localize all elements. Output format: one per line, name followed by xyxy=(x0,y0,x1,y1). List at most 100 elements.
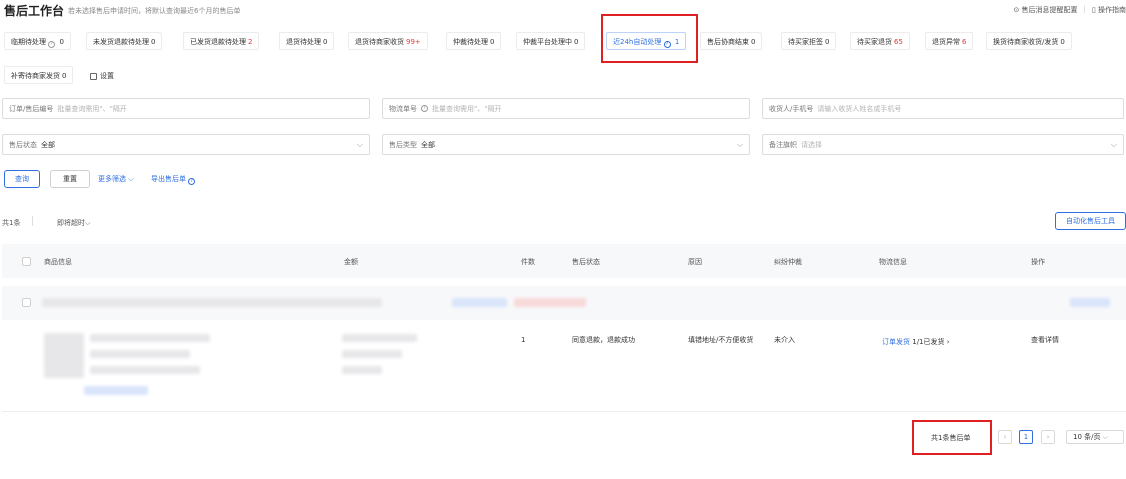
field-placeholder: 批量查询需用"、"隔开 xyxy=(57,104,127,113)
tab-label: 待买家拒签 xyxy=(788,38,823,46)
page-subtitle: 若未选择售后申请时间，将默认查询最近6个月的售后单 xyxy=(68,7,241,15)
guide-link[interactable]: ▯ 操作指南 xyxy=(1092,5,1126,15)
receiver-input[interactable]: 收货人/手机号 请输入收货人姓名或手机号 xyxy=(762,98,1124,119)
settings-label: 设置 xyxy=(100,72,114,80)
order-ship-link[interactable]: 订单发货 xyxy=(882,338,910,346)
chevron-left-icon: ‹ xyxy=(1003,433,1007,441)
tab-arbitration-pending[interactable]: 仲裁待处理 0 xyxy=(446,32,502,50)
tab-resend-pending[interactable]: 补寄待商家发货 0 xyxy=(4,66,74,84)
edit-icon xyxy=(90,72,97,80)
result-count: 共1条 xyxy=(2,219,21,227)
tab-auto-processed-24h[interactable]: 近24h自动处理 ? 1 xyxy=(606,32,687,50)
tab-near-expiry[interactable]: 临期待处理 ? 0 xyxy=(4,32,71,50)
tab-count: 1 xyxy=(674,38,680,46)
th-amount: 金额 xyxy=(344,258,358,266)
tab-count: 0 xyxy=(574,38,579,46)
table-header xyxy=(2,244,1126,278)
settings-button[interactable]: 设置 xyxy=(90,71,114,81)
tab-return-exception[interactable]: 退货异常 6 xyxy=(925,32,974,50)
tab-count: 0 xyxy=(490,38,495,46)
th-logistics: 物流信息 xyxy=(879,258,907,266)
redacted-product-name xyxy=(90,334,210,342)
aftersale-status-select[interactable]: 售后状态 全部 ⌵ xyxy=(2,134,370,155)
tab-exchange-pending[interactable]: 换货待商家收货/发货 0 xyxy=(986,32,1072,50)
tab-return-awaiting-receipt[interactable]: 退货待商家收货 99+ xyxy=(348,32,428,50)
tab-label: 未发货退款待处理 xyxy=(93,38,149,46)
tab-count: 0 xyxy=(825,38,830,46)
info-icon: ? xyxy=(48,41,56,48)
field-label: 售后状态 xyxy=(9,140,37,149)
order-number-input[interactable]: 订单/售后编号 批量查询需用"、"隔开 xyxy=(2,98,370,119)
reset-button[interactable]: 重置 xyxy=(50,170,90,188)
redacted-product-spec xyxy=(90,350,190,358)
shipped-status[interactable]: 1/1已发货 › xyxy=(912,338,949,346)
redacted-amount-detail xyxy=(342,350,402,358)
select-all-checkbox[interactable] xyxy=(22,257,31,266)
row-checkbox[interactable] xyxy=(22,298,31,307)
auto-aftersale-tool-button[interactable]: 自动化售后工具 xyxy=(1055,212,1126,230)
export-link[interactable]: 导出售后单 ? xyxy=(151,174,196,185)
redacted-product-link xyxy=(84,386,148,395)
tab-unshipped-refund[interactable]: 未发货退款待处理 0 xyxy=(86,32,163,50)
tab-return-pending[interactable]: 退货待处理 0 xyxy=(279,32,335,50)
chevron-right-icon: › xyxy=(1046,433,1050,441)
th-status: 售后状态 xyxy=(572,258,600,266)
dispute-cell: 未介入 xyxy=(774,336,795,344)
remark-flag-select[interactable]: 备注旗帜 请选择 ⌵ xyxy=(762,134,1124,155)
page-size-select[interactable]: 10 条/页 ⌵ xyxy=(1066,430,1124,444)
tab-count: 0 xyxy=(323,38,328,46)
notification-config-label: 售后消息提醒配置 xyxy=(1021,6,1078,14)
redacted-amount-extra xyxy=(342,366,382,374)
redacted-amount xyxy=(342,334,417,342)
tab-count: 6 xyxy=(962,38,967,46)
tab-label: 退货待商家收货 xyxy=(355,38,404,46)
page-size-label: 10 条/页 xyxy=(1073,433,1101,441)
th-reason: 原因 xyxy=(688,258,702,266)
tab-count: 0 xyxy=(59,38,64,46)
aftersale-type-select[interactable]: 售后类型 全部 ⌵ xyxy=(382,134,750,155)
reason-cell: 填错地址/不方便收货 xyxy=(688,336,754,344)
field-placeholder: 请选择 xyxy=(801,140,822,149)
tab-label: 待买家退货 xyxy=(857,38,892,46)
prev-page-button[interactable]: ‹ xyxy=(998,430,1012,444)
tab-awaiting-buyer-reject[interactable]: 待买家拒签 0 xyxy=(781,32,837,50)
chevron-down-icon: ⌵ xyxy=(1102,433,1109,441)
sort-dropdown[interactable]: 即将超时⌵ xyxy=(57,218,90,228)
tab-awaiting-buyer-return[interactable]: 待买家退货 65 xyxy=(850,32,910,50)
field-label: 订单/售后编号 xyxy=(9,104,54,113)
field-label: 备注旗帜 xyxy=(769,140,797,149)
query-button[interactable]: 查询 xyxy=(4,170,40,188)
page-number-button[interactable]: 1 xyxy=(1019,430,1033,444)
tab-label: 退货异常 xyxy=(932,38,960,46)
chevron-down-icon: ⌵ xyxy=(85,219,91,227)
tab-shipped-refund[interactable]: 已发货退款待处理 2 xyxy=(183,32,260,50)
tab-negotiation-ended[interactable]: 售后协商结束 0 xyxy=(700,32,763,50)
tab-count: 2 xyxy=(248,38,253,46)
tab-count: 65 xyxy=(894,38,903,46)
view-details-link[interactable]: 查看详情 xyxy=(1031,335,1059,345)
divider: | xyxy=(1083,5,1086,13)
shipped-status-label: 1/1已发货 xyxy=(912,338,945,346)
quantity-cell: 1 xyxy=(521,336,526,344)
tab-label: 临期待处理 xyxy=(11,38,46,46)
status-cell: 同意退款，退款成功 xyxy=(572,336,635,344)
info-icon: ? xyxy=(421,105,428,112)
product-image xyxy=(44,333,84,378)
tab-count: 0 xyxy=(62,72,67,80)
tab-label: 退货待处理 xyxy=(286,38,321,46)
more-filters-label: 更多筛选 xyxy=(98,175,126,183)
th-product: 商品信息 xyxy=(44,258,72,266)
tab-count: 99+ xyxy=(406,38,421,46)
tab-count: 0 xyxy=(1060,38,1065,46)
page-title: 售后工作台 xyxy=(4,4,65,18)
next-page-button[interactable]: › xyxy=(1041,430,1055,444)
sort-label: 即将超时 xyxy=(57,219,85,227)
field-placeholder: 批量查询需用"、"隔开 xyxy=(432,104,502,113)
redacted-order-info xyxy=(42,298,382,307)
notification-config-link[interactable]: ⊙ 售后消息提醒配置 xyxy=(1013,5,1077,15)
logistics-number-input[interactable]: 物流单号? 批量查询需用"、"隔开 xyxy=(382,98,750,119)
more-filters-link[interactable]: 更多筛选 ⌵ xyxy=(98,174,134,184)
tab-label: 近24h自动处理 xyxy=(613,38,662,46)
tab-arbitration-in-progress[interactable]: 仲裁平台处理中 0 xyxy=(516,32,586,50)
info-icon: ? xyxy=(663,41,671,48)
